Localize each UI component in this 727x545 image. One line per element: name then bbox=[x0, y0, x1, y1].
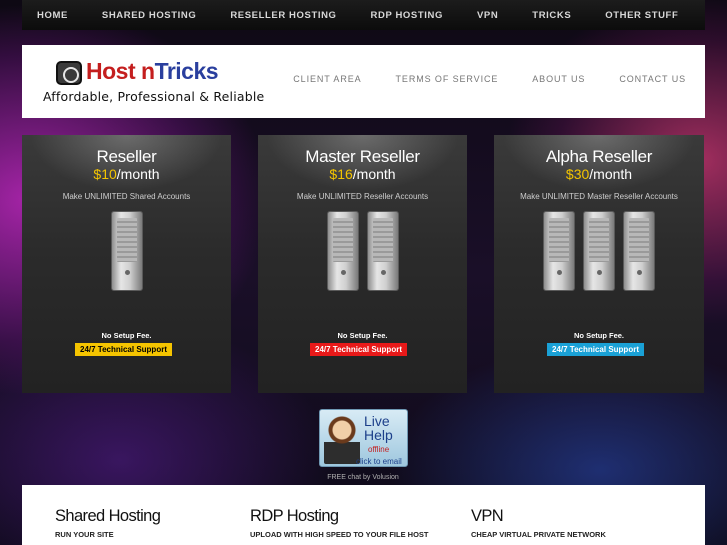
plan-support-badge: 24/7 Technical Support bbox=[310, 343, 407, 356]
logo-name: Host nTricks bbox=[86, 58, 219, 84]
live-help-title: Live Help bbox=[364, 413, 393, 443]
plan-card-alpha-reseller[interactable]: Alpha Reseller $30/month Make UNLIMITED … bbox=[494, 135, 704, 393]
feature-subtitle: UPLOAD WITH HIGH SPEED TO YOUR FILE HOST bbox=[250, 530, 429, 539]
nav-reseller-hosting[interactable]: RESELLER HOSTING bbox=[230, 10, 336, 21]
nav-home[interactable]: HOME bbox=[37, 10, 68, 21]
plan-price: $30/month bbox=[565, 166, 633, 182]
plan-title: Alpha Reseller bbox=[545, 147, 653, 166]
nav-shared-hosting[interactable]: SHARED HOSTING bbox=[102, 10, 196, 21]
nav-contact-us[interactable]: CONTACT US bbox=[619, 74, 686, 84]
nav-vpn[interactable]: VPN bbox=[477, 10, 498, 21]
server-tower-icon bbox=[583, 211, 615, 291]
nav-terms-of-service[interactable]: TERMS OF SERVICE bbox=[396, 74, 499, 84]
support-agent-avatar bbox=[324, 414, 360, 464]
server-tower-icon bbox=[543, 211, 575, 291]
server-tower-icon bbox=[326, 211, 359, 291]
feature-vpn: VPN CHEAP VIRTUAL PRIVATE NETWORK bbox=[471, 507, 606, 539]
plan-card-reseller[interactable]: Reseller $10/month Make UNLIMITED Shared… bbox=[22, 135, 231, 393]
site-logo[interactable]: Host nTricks Affordable, Professional & … bbox=[43, 58, 264, 108]
plan-setup-fee: No Setup Fee. bbox=[101, 331, 152, 340]
feature-subtitle: CHEAP VIRTUAL PRIVATE NETWORK bbox=[471, 530, 606, 539]
server-tower-icon bbox=[366, 211, 399, 291]
server-group bbox=[258, 211, 467, 293]
plan-price: $10/month bbox=[93, 166, 160, 182]
plan-card-master-reseller[interactable]: Master Reseller $16/month Make UNLIMITED… bbox=[258, 135, 467, 393]
nav-rdp-hosting[interactable]: RDP HOSTING bbox=[371, 10, 443, 21]
live-help-status: offline bbox=[368, 445, 390, 454]
feature-shared-hosting: Shared Hosting RUN YOUR SITE bbox=[55, 507, 161, 539]
top-nav: HOME SHARED HOSTING RESELLER HOSTING RDP… bbox=[22, 0, 705, 30]
nav-client-area[interactable]: CLIENT AREA bbox=[293, 74, 361, 84]
plan-setup-fee: No Setup Fee. bbox=[573, 331, 624, 340]
plan-description: Make UNLIMITED Master Reseller Accounts bbox=[520, 192, 678, 201]
server-tower-icon bbox=[110, 211, 143, 291]
plan-description: Make UNLIMITED Shared Accounts bbox=[62, 192, 191, 201]
server-group bbox=[22, 211, 231, 293]
free-chat-credit[interactable]: FREE chat by Volusion bbox=[300, 474, 426, 481]
plan-description: Make UNLIMITED Reseller Accounts bbox=[296, 192, 429, 201]
server-group bbox=[494, 211, 704, 293]
nav-about-us[interactable]: ABOUT US bbox=[532, 74, 585, 84]
feature-title[interactable]: VPN bbox=[471, 507, 606, 526]
logo-tagline: Affordable, Professional & Reliable bbox=[43, 89, 265, 104]
plan-title: Master Reseller bbox=[305, 147, 420, 166]
server-tower-icon bbox=[623, 211, 655, 291]
plan-support-badge: 24/7 Technical Support bbox=[75, 343, 172, 356]
feature-rdp-hosting: RDP Hosting UPLOAD WITH HIGH SPEED TO YO… bbox=[250, 507, 428, 539]
plan-support-badge: 24/7 Technical Support bbox=[547, 343, 644, 356]
plan-price: $16/month bbox=[329, 166, 396, 182]
live-help-button[interactable]: Live Help offline click to email bbox=[319, 409, 408, 467]
features-section: Shared Hosting RUN YOUR SITE RDP Hosting… bbox=[22, 485, 705, 545]
feature-title[interactable]: Shared Hosting bbox=[55, 507, 161, 526]
plan-setup-fee: No Setup Fee. bbox=[337, 331, 388, 340]
nav-tricks[interactable]: TRICKS bbox=[532, 10, 571, 21]
nav-other-stuff[interactable]: OTHER STUFF bbox=[605, 10, 678, 21]
site-header: Host nTricks Affordable, Professional & … bbox=[22, 45, 705, 118]
header-nav: CLIENT AREA TERMS OF SERVICE ABOUT US CO… bbox=[259, 74, 686, 84]
feature-title[interactable]: RDP Hosting bbox=[250, 507, 428, 526]
live-help-email-link[interactable]: click to email bbox=[356, 457, 402, 466]
logo-icon bbox=[56, 61, 82, 85]
plan-title: Reseller bbox=[96, 147, 157, 166]
feature-subtitle: RUN YOUR SITE bbox=[55, 530, 114, 539]
